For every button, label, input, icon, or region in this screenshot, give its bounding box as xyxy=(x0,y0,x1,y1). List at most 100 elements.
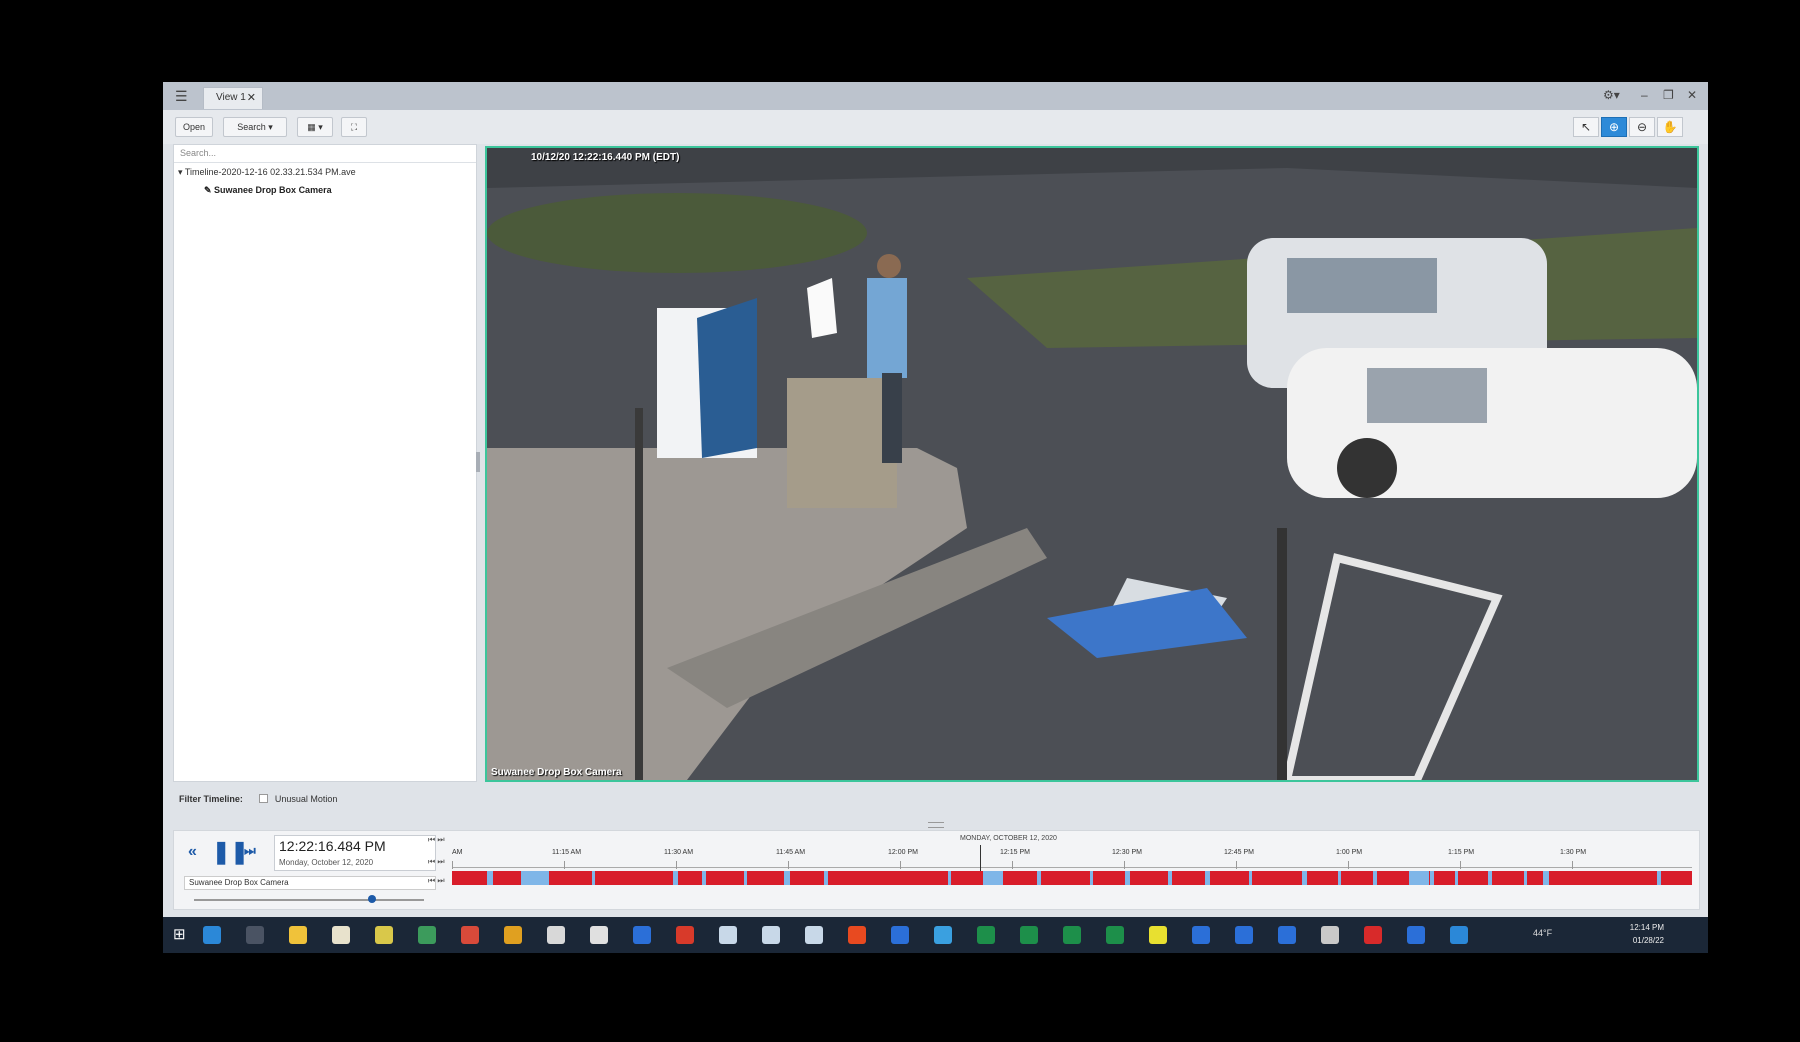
motion-segment xyxy=(701,871,706,885)
close-tab-icon[interactable]: ✕ xyxy=(247,88,256,108)
motion-segment xyxy=(1543,871,1550,885)
taskbar-app-icon[interactable] xyxy=(848,926,866,944)
rewind-button[interactable]: « xyxy=(188,843,197,861)
timeline-tick xyxy=(564,861,565,869)
motion-segment xyxy=(744,871,748,885)
taskbar-app-icon[interactable] xyxy=(1450,926,1468,944)
taskbar-app-icon[interactable] xyxy=(246,926,264,944)
taskbar-app-icon[interactable] xyxy=(203,926,221,944)
taskbar-app-icon[interactable] xyxy=(719,926,737,944)
unusual-motion-checkbox[interactable] xyxy=(259,794,269,803)
timeline-tick-label: AM xyxy=(452,849,463,856)
time-display[interactable]: 12:22:16.484 PM Monday, October 12, 2020 xyxy=(274,835,436,871)
timeline-tick-label: 11:15 AM xyxy=(552,849,582,856)
app-window: ☰ View 1 ✕ ⚙▾ – ❐ ✕ Open Search ▾ ▦ ▾ ⛶ … xyxy=(163,82,1708,917)
timeline-tick xyxy=(1236,861,1237,869)
sidebar-search-input[interactable]: Search... xyxy=(174,145,476,163)
filter-timeline: Filter Timeline: Unusual Motion xyxy=(179,794,337,804)
tab-view-1[interactable]: View 1 ✕ xyxy=(203,87,263,109)
timeline-tick-label: 12:15 PM xyxy=(1000,849,1030,856)
motion-segment xyxy=(824,871,828,885)
zoom-slider-track[interactable] xyxy=(194,899,424,901)
taskbar-app-icon[interactable] xyxy=(1321,926,1339,944)
panel-splitter[interactable] xyxy=(476,452,480,472)
taskbar-app-icon[interactable] xyxy=(332,926,350,944)
timeline-nav-arrows[interactable]: ⏮ ⏭ xyxy=(428,876,445,886)
minimize-button[interactable]: – xyxy=(1641,88,1648,102)
taskbar-app-icon[interactable] xyxy=(934,926,952,944)
panel-resize-grip[interactable] xyxy=(928,822,944,828)
fullscreen-button[interactable]: ⛶ xyxy=(341,117,367,137)
select-arrow-icon[interactable]: ↖ xyxy=(1573,117,1599,137)
taskbar-app-icon[interactable] xyxy=(805,926,823,944)
zoom-in-icon[interactable]: ⊕ xyxy=(1601,117,1627,137)
timeline-tick-label: 1:15 PM xyxy=(1448,849,1475,856)
step-forward-button[interactable]: ⏭ xyxy=(244,843,256,859)
recording-bar[interactable] xyxy=(452,871,1692,885)
restore-button[interactable]: ❐ xyxy=(1663,88,1674,102)
weather-text: 44°F xyxy=(1533,928,1553,938)
motion-segment xyxy=(983,871,1004,885)
taskbar-app-icon[interactable] xyxy=(547,926,565,944)
video-viewport[interactable]: 10/12/20 12:22:16.440 PM (EDT) Suwanee D… xyxy=(485,146,1699,782)
tree-item-camera[interactable]: ✎ Suwanee Drop Box Camera xyxy=(204,185,332,196)
taskbar-app-icon[interactable] xyxy=(1235,926,1253,944)
taskbar-app-icon[interactable] xyxy=(1020,926,1038,944)
taskbar-app-icon[interactable] xyxy=(762,926,780,944)
tab-label: View 1 xyxy=(216,92,246,103)
menu-icon[interactable]: ☰ xyxy=(175,89,191,103)
timeline-tick xyxy=(1460,861,1461,869)
taskbar-app-icon[interactable] xyxy=(1278,926,1296,944)
close-window-button[interactable]: ✕ xyxy=(1687,88,1697,102)
timeline-tick xyxy=(1012,861,1013,869)
pan-hand-icon[interactable]: ✋ xyxy=(1657,117,1683,137)
timeline-day-header: MONDAY, OCTOBER 12, 2020 xyxy=(960,835,1057,842)
taskbar-app-icon[interactable] xyxy=(418,926,436,944)
windows-start-icon[interactable]: ⊞ xyxy=(173,926,191,944)
taskbar-app-icon[interactable] xyxy=(289,926,307,944)
title-bar: ☰ View 1 ✕ ⚙▾ – ❐ ✕ xyxy=(163,82,1708,110)
settings-icon[interactable]: ⚙▾ xyxy=(1603,88,1620,102)
taskbar-app-icon[interactable] xyxy=(891,926,909,944)
zoom-out-icon[interactable]: ⊖ xyxy=(1629,117,1655,137)
taskbar-app-icon[interactable] xyxy=(504,926,522,944)
zoom-slider-handle[interactable] xyxy=(368,895,376,903)
taskbar-app-icon[interactable] xyxy=(1364,926,1382,944)
motion-segment xyxy=(784,871,791,885)
taskbar-app-icon[interactable] xyxy=(1192,926,1210,944)
taskbar-app-icon[interactable] xyxy=(1063,926,1081,944)
motion-segment xyxy=(1302,871,1308,885)
motion-segment xyxy=(1167,871,1172,885)
toolbar: Open Search ▾ ▦ ▾ ⛶ ↖ ⊕ ⊖ ✋ xyxy=(163,110,1708,144)
motion-segment xyxy=(1337,871,1341,885)
timeline-tick-label: 12:30 PM xyxy=(1112,849,1142,856)
timeline-axis xyxy=(452,867,1692,868)
taskbar-app-icon[interactable] xyxy=(676,926,694,944)
motion-segment xyxy=(673,871,679,885)
taskbar-app-icon[interactable] xyxy=(1407,926,1425,944)
taskbar-app-icon[interactable] xyxy=(633,926,651,944)
motion-segment xyxy=(1089,871,1093,885)
taskbar-app-icon[interactable] xyxy=(1149,926,1167,944)
taskbar-clock[interactable]: 12:14 PM 01/28/22 xyxy=(1630,921,1664,947)
layout-button[interactable]: ▦ ▾ xyxy=(297,117,333,137)
camera-frame-image xyxy=(487,148,1697,780)
tree-item-label: Timeline-2020-12-16 02.33.21.534 PM.ave xyxy=(184,167,356,177)
tree-item-label: Suwanee Drop Box Camera xyxy=(214,185,332,195)
open-button[interactable]: Open xyxy=(175,117,213,137)
taskbar-app-icon[interactable] xyxy=(1106,926,1124,944)
taskbar-app-icon[interactable] xyxy=(977,926,995,944)
timeline-tick xyxy=(788,861,789,869)
motion-segment xyxy=(1408,871,1429,885)
taskbar-app-icon[interactable] xyxy=(461,926,479,944)
timeline-nav-arrows[interactable]: ⏮ ⏭ xyxy=(428,835,445,845)
tree-item-timeline[interactable]: ▾ Timeline-2020-12-16 02.33.21.534 PM.av… xyxy=(178,167,356,178)
timeline-nav-arrows[interactable]: ⏮ ⏭ xyxy=(428,857,445,867)
timeline-tick xyxy=(1124,861,1125,869)
motion-segment xyxy=(1036,871,1041,885)
taskbar-app-icon[interactable] xyxy=(375,926,393,944)
search-button[interactable]: Search ▾ xyxy=(223,117,287,137)
motion-segment xyxy=(1204,871,1210,885)
taskbar-app-icon[interactable] xyxy=(590,926,608,944)
timeline-camera-row[interactable]: Suwanee Drop Box Camera xyxy=(184,876,436,890)
